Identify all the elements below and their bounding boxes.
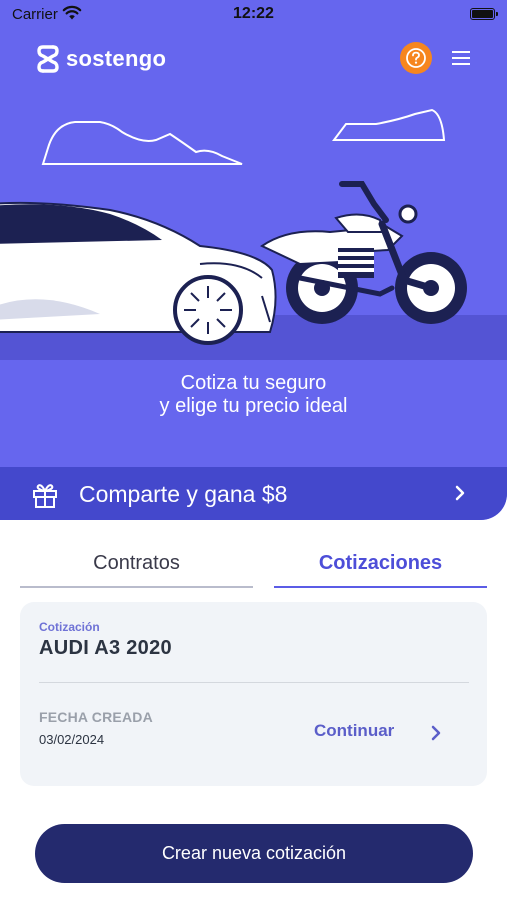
help-button[interactable] bbox=[400, 42, 432, 74]
hero-line-2: y elige tu precio ideal bbox=[159, 395, 348, 417]
quote-title: AUDI A3 2020 bbox=[39, 637, 172, 659]
quote-kicker: Cotización bbox=[39, 620, 100, 634]
hero-line-1: Cotiza tu seguro bbox=[180, 372, 327, 394]
hero-section: Carrier 12:22 sostengo Cotiza tu seguro … bbox=[0, 0, 507, 520]
chevron-right-icon bbox=[455, 485, 465, 501]
hero-tagline: Cotiza tu seguro y elige tu precio ideal bbox=[0, 372, 507, 418]
share-banner-label: Comparte y gana $8 bbox=[79, 481, 288, 507]
brand-logo: sostengo bbox=[36, 44, 166, 74]
hamburger-menu-icon bbox=[452, 51, 470, 65]
continue-chevron-icon[interactable] bbox=[430, 724, 442, 742]
status-bar: Carrier 12:22 bbox=[0, 0, 507, 28]
tab-cotizaciones[interactable]: Cotizaciones bbox=[274, 540, 487, 588]
quotes-tabs: Contratos Cotizaciones bbox=[20, 540, 487, 588]
tab-contratos[interactable]: Contratos bbox=[20, 540, 253, 588]
menu-button[interactable] bbox=[448, 46, 474, 70]
gift-icon bbox=[33, 484, 57, 508]
continue-button[interactable]: Continuar bbox=[314, 721, 394, 741]
date-label: FECHA CREADA bbox=[39, 709, 153, 725]
sostengo-logo-icon bbox=[37, 45, 59, 73]
battery-icon bbox=[470, 8, 498, 20]
share-banner[interactable]: Comparte y gana $8 bbox=[0, 467, 507, 520]
card-divider bbox=[39, 682, 469, 683]
vehicles-illustration bbox=[0, 108, 507, 360]
date-value: 03/02/2024 bbox=[39, 732, 105, 747]
quote-card[interactable]: Cotización AUDI A3 2020 FECHA CREADA 03/… bbox=[20, 602, 487, 786]
create-quote-button[interactable]: Crear nueva cotización bbox=[35, 824, 473, 883]
question-circle-icon bbox=[406, 48, 426, 68]
app-screen: Carrier 12:22 sostengo Cotiza tu seguro … bbox=[0, 0, 507, 900]
brand-name: sostengo bbox=[66, 46, 167, 71]
status-time: 12:22 bbox=[233, 5, 274, 22]
